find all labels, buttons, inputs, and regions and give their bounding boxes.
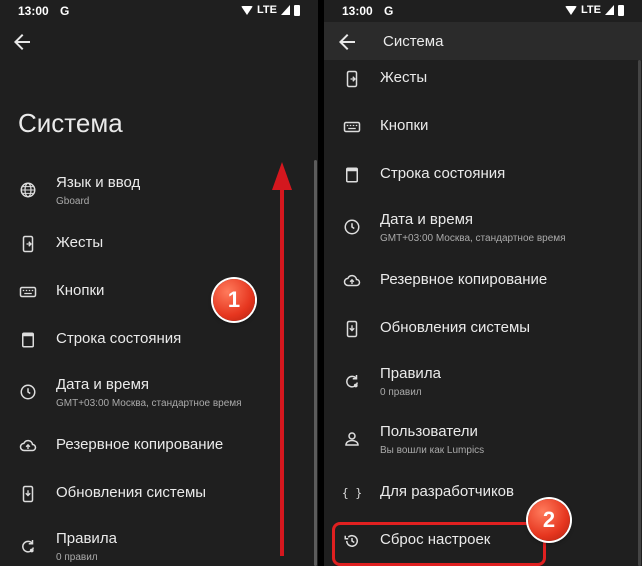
scroll-up-arrow-icon	[272, 162, 292, 556]
app-bar-title: Система	[383, 33, 444, 50]
settings-item-summary: 0 правил	[56, 552, 98, 563]
settings-item-label: Жесты	[56, 234, 104, 251]
settings-item-label: Обновления системы	[380, 319, 531, 336]
right-settings-screen: 13:00 G LTE Жесты Кнопки Строка состояни	[324, 0, 642, 566]
system-update-icon	[18, 484, 38, 504]
scrollbar[interactable]	[638, 60, 641, 566]
settings-item-label: Жесты	[380, 69, 428, 86]
status-time: 13:00	[18, 4, 49, 18]
settings-item-label: Язык и ввод	[56, 174, 141, 191]
wifi-icon	[565, 5, 578, 15]
status-bar-icon	[18, 330, 38, 350]
status-bar: 13:00 G LTE	[0, 0, 318, 22]
settings-item-label: Кнопки	[380, 117, 429, 134]
settings-item-date-time[interactable]: Дата и время GMT+03:00 Москва, стандартн…	[324, 199, 642, 257]
settings-item-system-update[interactable]: Обновления системы	[324, 305, 642, 353]
settings-item-label: Обновления системы	[56, 484, 207, 501]
system-update-icon	[342, 319, 362, 339]
google-icon: G	[384, 4, 394, 18]
settings-item-summary: GMT+03:00 Москва, стандартное время	[380, 233, 566, 244]
wifi-icon	[241, 5, 254, 15]
settings-item-summary: 0 правил	[380, 387, 422, 398]
status-bar: 13:00 G LTE	[324, 0, 642, 22]
settings-item-label: Дата и время	[56, 376, 150, 393]
page-title: Система	[18, 108, 123, 138]
google-icon: G	[60, 4, 70, 18]
network-type: LTE	[257, 4, 277, 16]
app-bar: Система	[324, 22, 642, 60]
signal-icon	[605, 5, 614, 15]
settings-item-label: Строка состояния	[380, 165, 506, 182]
reset-highlight-box	[332, 522, 546, 566]
person-icon	[342, 429, 362, 449]
settings-item-status-bar[interactable]: Строка состояния	[324, 151, 642, 199]
cloud-upload-icon	[342, 271, 362, 291]
settings-item-label: Кнопки	[56, 282, 105, 299]
gestures-icon	[18, 234, 38, 254]
settings-item-summary: Gboard	[56, 196, 90, 207]
rules-icon	[342, 371, 362, 391]
scrollbar[interactable]	[314, 160, 317, 566]
settings-item-buttons[interactable]: Кнопки	[324, 103, 642, 151]
keyboard-icon	[18, 282, 38, 302]
back-arrow-icon[interactable]	[335, 30, 359, 54]
settings-item-label: Для разработчиков	[380, 483, 514, 500]
settings-item-gestures[interactable]: Жесты	[324, 55, 642, 103]
step-badge-2: 2	[528, 499, 570, 541]
battery-icon	[618, 4, 624, 16]
cloud-upload-icon	[18, 436, 38, 456]
settings-item-users[interactable]: Пользователи Вы вошли как Lumpics	[324, 411, 642, 469]
settings-item-label: Правила	[380, 365, 441, 382]
settings-item-label: Резервное копирование	[380, 271, 548, 288]
signal-icon	[281, 5, 290, 15]
clock-icon	[18, 382, 38, 402]
settings-item-label: Правила	[56, 530, 117, 547]
network-type: LTE	[581, 4, 601, 16]
settings-item-summary: GMT+03:00 Москва, стандартное время	[56, 398, 242, 409]
back-arrow-icon[interactable]	[10, 30, 34, 54]
globe-icon	[18, 180, 38, 200]
settings-item-developer[interactable]: { } Для разработчиков	[324, 469, 642, 517]
clock-icon	[342, 217, 362, 237]
svg-text:{ }: { }	[342, 487, 362, 500]
settings-item-label: Строка состояния	[56, 330, 182, 347]
keyboard-icon	[342, 117, 362, 137]
settings-item-label: Дата и время	[380, 211, 474, 228]
braces-icon: { }	[342, 483, 362, 503]
step-badge-1: 1	[213, 279, 255, 321]
gestures-icon	[342, 69, 362, 89]
settings-item-backup[interactable]: Резервное копирование	[324, 257, 642, 305]
settings-list: Жесты Кнопки Строка состояния Дата и вре…	[324, 55, 642, 565]
settings-item-label: Резервное копирование	[56, 436, 224, 453]
status-time: 13:00	[342, 4, 373, 18]
settings-item-summary: Вы вошли как Lumpics	[380, 445, 485, 456]
settings-item-label: Пользователи	[380, 423, 478, 440]
battery-icon	[294, 4, 300, 16]
rules-icon	[18, 536, 38, 556]
status-bar-icon	[342, 165, 362, 185]
settings-item-rules[interactable]: Правила 0 правил	[324, 353, 642, 411]
